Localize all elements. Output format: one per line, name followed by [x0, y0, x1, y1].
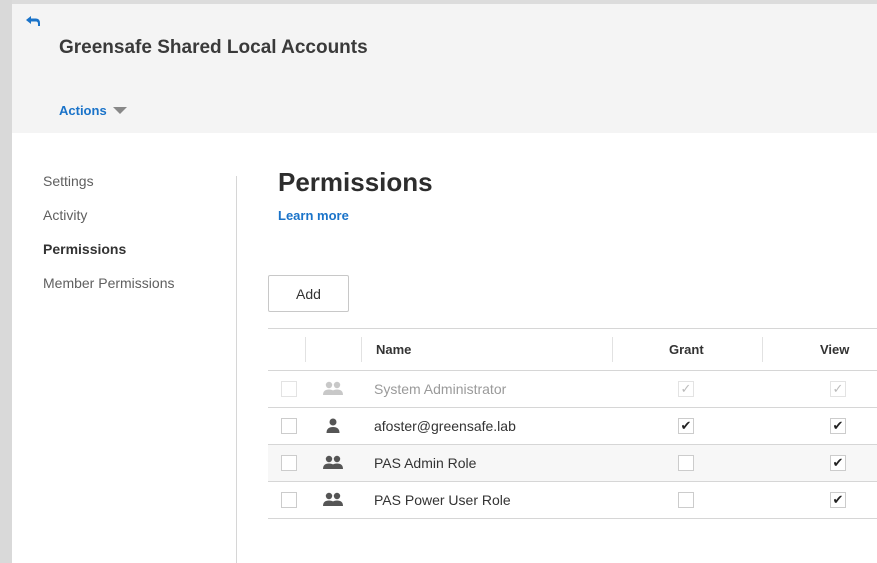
row-name[interactable]: afoster@greensafe.lab [374, 408, 516, 445]
table-row: PAS Power User Role ✔ [268, 482, 877, 519]
sidebar-item-permissions[interactable]: Permissions [43, 234, 223, 268]
group-icon [323, 455, 343, 469]
page-header: Greensafe Shared Local Accounts Actions [12, 0, 877, 133]
permissions-table: Name Grant View System Administrator ✓ ✓… [268, 328, 877, 519]
column-header-view[interactable]: View [820, 329, 849, 371]
grant-checkbox[interactable] [678, 455, 694, 471]
row-name[interactable]: PAS Power User Role [374, 482, 511, 519]
grant-checkbox[interactable]: ✔ [678, 418, 694, 434]
row-select-checkbox[interactable] [281, 455, 297, 471]
section-title: Permissions [278, 167, 433, 197]
page-title: Greensafe Shared Local Accounts [59, 37, 368, 58]
group-icon [323, 492, 343, 506]
add-button[interactable]: Add [268, 275, 349, 312]
actions-label: Actions [59, 103, 107, 118]
column-separator [361, 337, 362, 362]
caret-down-icon [112, 107, 127, 114]
view-checkbox[interactable]: ✔ [830, 492, 846, 508]
grant-checkbox[interactable] [678, 492, 694, 508]
table-header: Name Grant View [268, 329, 877, 371]
learn-more-link[interactable]: Learn more [278, 208, 349, 223]
column-separator [762, 337, 763, 362]
sidebar-item-activity[interactable]: Activity [43, 200, 223, 234]
row-select-checkbox[interactable] [281, 418, 297, 434]
view-checkbox[interactable]: ✔ [830, 418, 846, 434]
table-row: afoster@greensafe.lab ✔ ✔ [268, 408, 877, 445]
sidebar-item-settings[interactable]: Settings [43, 166, 223, 200]
column-header-name[interactable]: Name [376, 329, 411, 371]
sidebar-item-member-permissions[interactable]: Member Permissions [43, 268, 223, 302]
grant-checkbox: ✓ [678, 381, 694, 397]
window-edge [0, 0, 12, 563]
row-select-checkbox [281, 381, 297, 397]
row-select-checkbox[interactable] [281, 492, 297, 508]
table-row: System Administrator ✓ ✓ [268, 371, 877, 408]
actions-menu[interactable]: Actions [59, 103, 127, 118]
sidebar-divider [236, 176, 237, 563]
sidebar-nav: Settings Activity Permissions Member Per… [43, 166, 223, 302]
row-name: System Administrator [374, 381, 507, 397]
row-name[interactable]: PAS Admin Role [374, 445, 476, 482]
user-icon [326, 418, 340, 433]
view-checkbox[interactable]: ✔ [830, 455, 846, 471]
column-header-grant[interactable]: Grant [669, 329, 704, 371]
back-arrow-icon[interactable] [25, 14, 41, 30]
group-icon [323, 381, 343, 395]
table-row: PAS Admin Role ✔ [268, 445, 877, 482]
column-separator [612, 337, 613, 362]
view-checkbox: ✓ [830, 381, 846, 397]
column-separator [305, 337, 306, 362]
